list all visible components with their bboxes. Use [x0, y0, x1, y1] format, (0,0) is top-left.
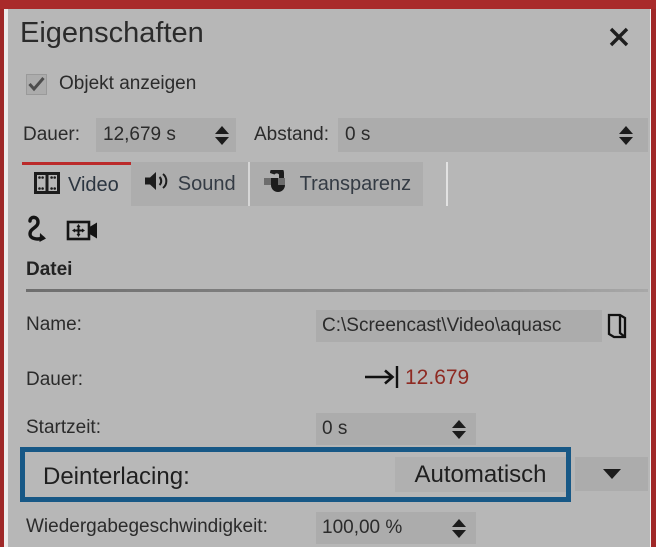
gap-value: 0 s [345, 124, 371, 145]
stepper-up-icon [619, 125, 633, 134]
section-title: Datei [26, 259, 73, 280]
tab-bar: Video Sound Transparenz [22, 162, 424, 206]
name-input[interactable]: C:\Screencast\Video\aquasc [316, 310, 602, 342]
folder-open-icon[interactable] [602, 310, 632, 342]
camera-pan-icon[interactable] [66, 217, 100, 248]
playback-speed-label: Wiedergabegeschwindigkeit: [26, 516, 268, 537]
arrow-to-end-icon [363, 365, 403, 389]
deinterlacing-select[interactable]: Automatisch [395, 457, 566, 492]
gap-stepper[interactable] [615, 119, 637, 151]
window-right-accent-strip [651, 9, 656, 547]
name-label: Name: [26, 314, 82, 335]
tab-label: Video [68, 174, 119, 196]
stepper-down-icon [215, 136, 229, 145]
stepper-down-icon [452, 430, 466, 439]
tab-video[interactable]: Video [22, 162, 131, 206]
section-divider [26, 289, 648, 292]
checkmark-icon [28, 76, 45, 91]
file-duration-label: Dauer: [26, 369, 84, 390]
show-object-label: Objekt anzeigen [59, 73, 197, 94]
deinterlacing-dropdown-button[interactable] [575, 457, 648, 491]
stepper-up-icon [452, 518, 466, 527]
checkbox-box [26, 73, 47, 95]
chevron-down-icon [602, 469, 621, 479]
transparency-icon [262, 166, 292, 198]
gap-label: Abstand: [254, 124, 329, 145]
playback-speed-stepper[interactable] [448, 513, 470, 543]
rotate-arrow-icon[interactable] [24, 215, 56, 250]
properties-dialog: Eigenschaften Objekt anzeigen Dauer: 12,… [0, 0, 656, 547]
stepper-up-icon [215, 125, 229, 134]
tab-label: Sound [177, 172, 236, 195]
starttime-value: 0 s [322, 418, 348, 439]
starttime-label: Startzeit: [26, 417, 101, 438]
tab-transparenz[interactable]: Transparenz [249, 162, 424, 206]
tab-sound[interactable]: Sound [130, 162, 248, 206]
tab-bar-end-divider [446, 162, 448, 206]
file-duration-value: 12.679 [405, 366, 470, 389]
page-title: Eigenschaften [20, 17, 204, 49]
deinterlacing-label: Deinterlacing: [43, 463, 190, 490]
close-icon[interactable] [605, 23, 633, 51]
speaker-icon [143, 170, 170, 198]
duration-stepper[interactable] [211, 119, 233, 151]
playback-speed-value: 100,00 % [322, 517, 403, 538]
starttime-stepper[interactable] [448, 414, 470, 444]
deinterlacing-selected-value: Automatisch [414, 460, 547, 488]
name-value: C:\Screencast\Video\aquasc [322, 315, 562, 336]
stepper-down-icon [452, 529, 466, 538]
duration-label: Dauer: [23, 124, 81, 145]
film-frame-icon [34, 171, 60, 200]
stepper-down-icon [619, 136, 633, 145]
gap-input[interactable]: 0 s [338, 118, 648, 152]
window-top-accent-bar [0, 0, 656, 9]
deinterlacing-row-highlight: Deinterlacing: Automatisch [20, 447, 571, 502]
stepper-up-icon [452, 419, 466, 428]
show-object-checkbox[interactable]: Objekt anzeigen [26, 73, 196, 95]
dialog-panel: Eigenschaften Objekt anzeigen Dauer: 12,… [8, 9, 650, 547]
tab-label: Transparenz [299, 172, 412, 195]
video-toolbar [24, 215, 100, 250]
duration-value: 12,679 s [103, 124, 176, 145]
